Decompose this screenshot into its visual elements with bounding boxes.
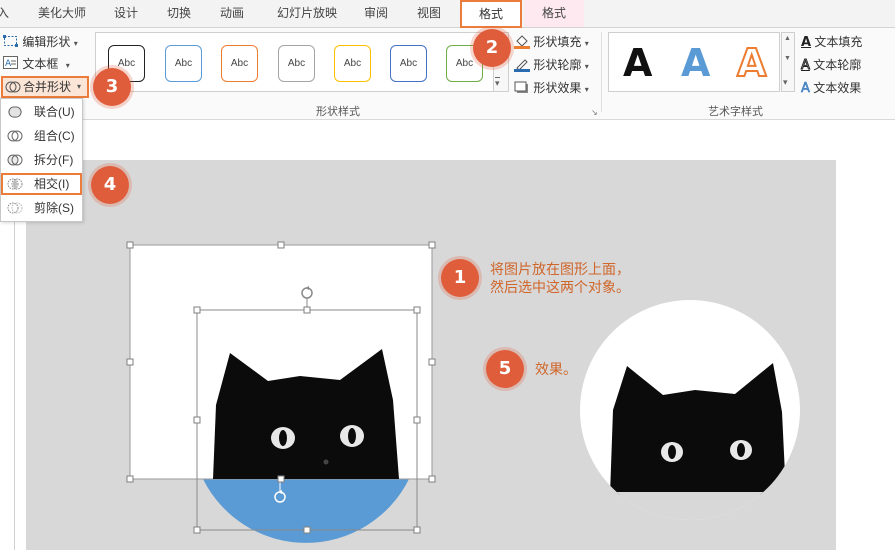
step1-text-line2: 然后选中这两个对象。 bbox=[490, 279, 630, 295]
step-badge-3: 3 bbox=[93, 68, 131, 106]
step-badge-4: 4 bbox=[91, 166, 129, 204]
step5-text: 效果。 bbox=[535, 361, 577, 377]
step-badge-2: 2 bbox=[473, 29, 511, 67]
step-badge-1: 1 bbox=[441, 259, 479, 297]
step-badge-5: 5 bbox=[486, 350, 524, 388]
step1-text-line1: 将图片放在图形上面， bbox=[490, 261, 630, 277]
result-cat-circle[interactable] bbox=[580, 300, 800, 532]
